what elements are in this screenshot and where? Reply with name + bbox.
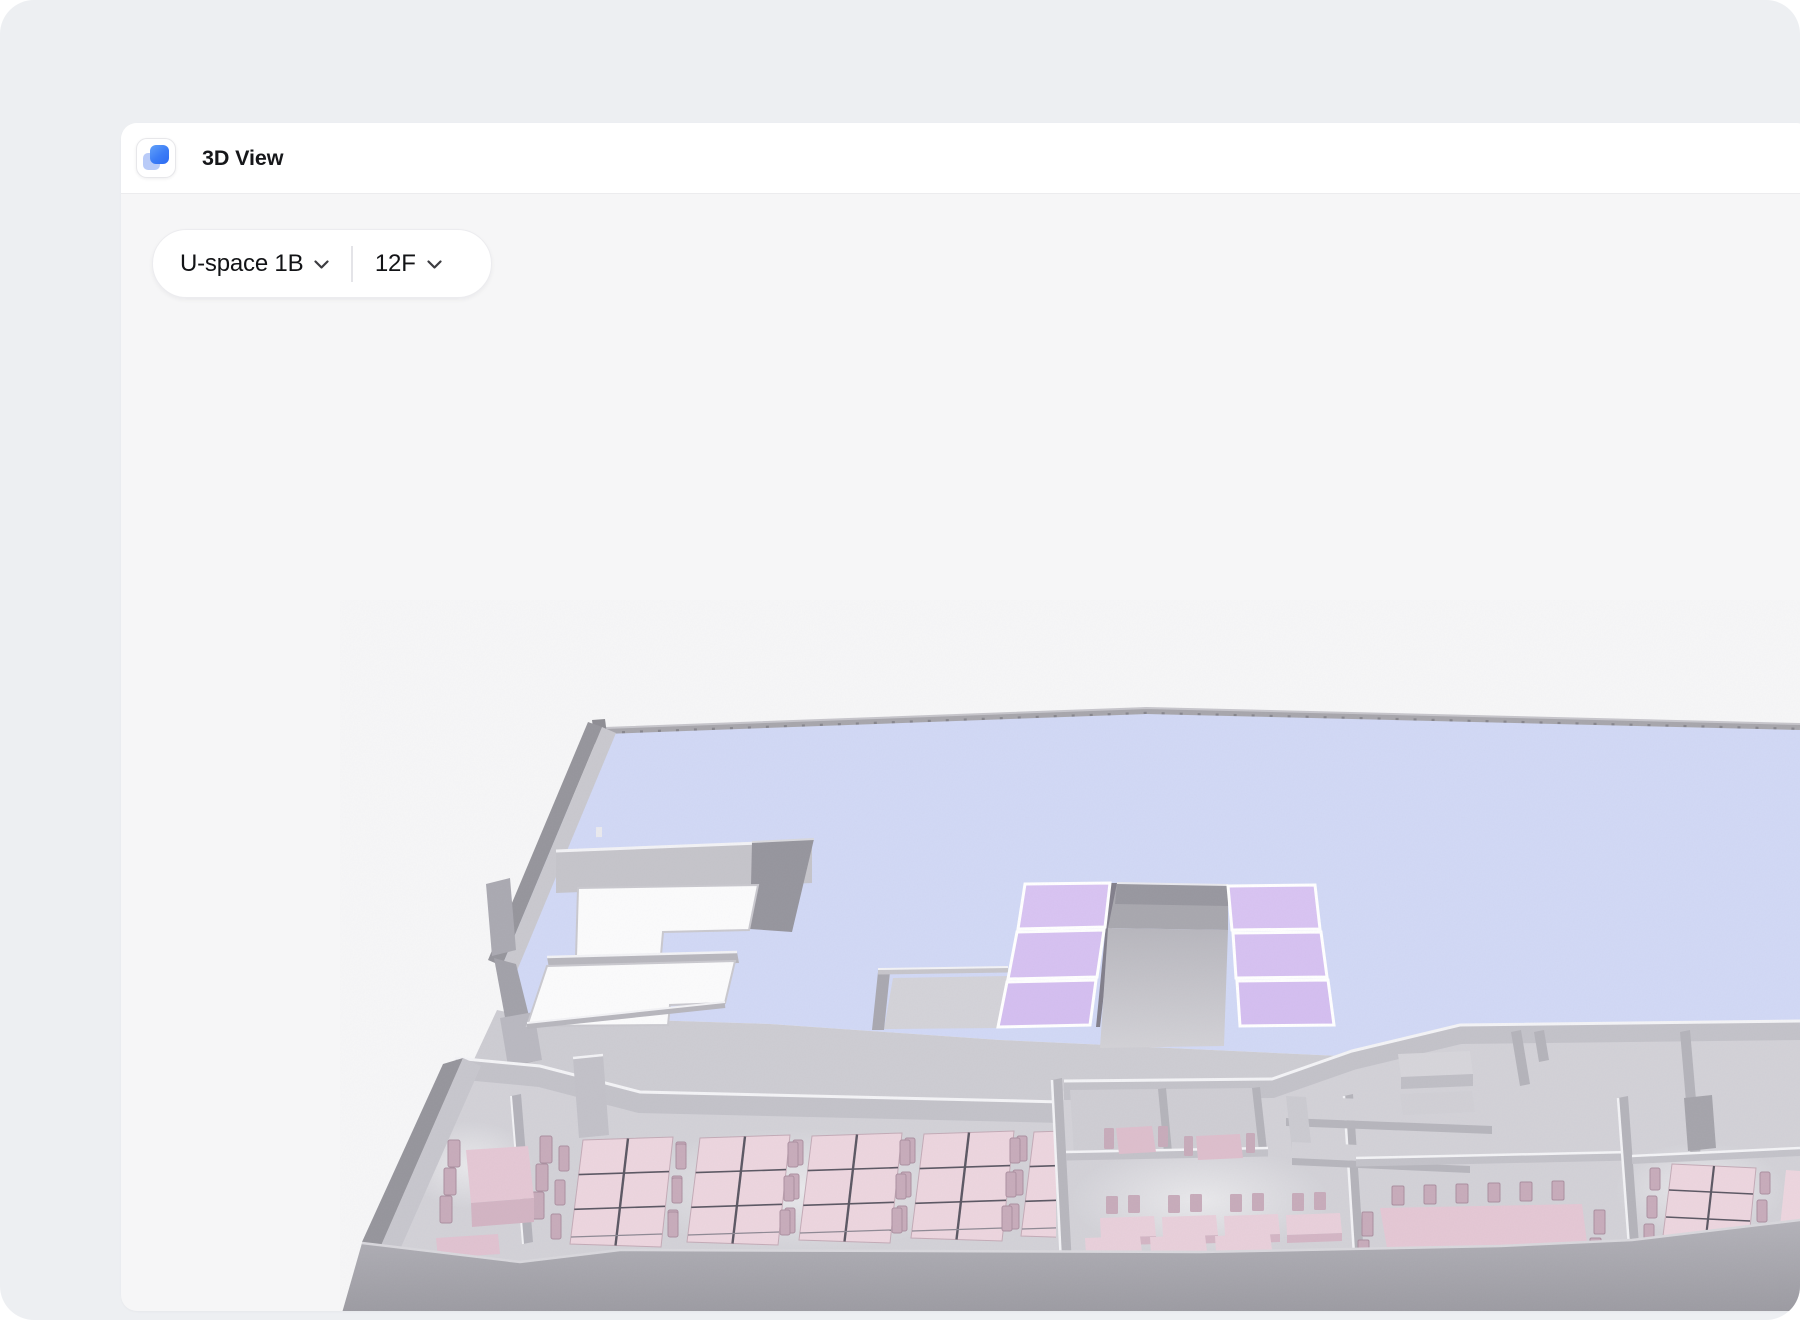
building-selector[interactable]: U-space 1B [180,250,329,278]
3d-view-card: 3D View U-space 1B 12F [121,123,1800,1311]
view-selector-pill: U-space 1B 12F [152,229,492,298]
render-grain [340,600,1800,1311]
chevron-down-icon [314,260,329,270]
floor-selector[interactable]: 12F [375,250,442,278]
floor-selector-label: 12F [375,250,416,278]
app-window: 3D View U-space 1B 12F [0,0,1800,1320]
floorplan-canvas[interactable] [121,194,1800,1311]
layers-icon [136,138,176,178]
page-title: 3D View [202,146,283,171]
chevron-down-icon [427,260,442,270]
selector-divider [351,246,353,282]
layers-icon-front-square [150,145,169,164]
floorplan-svg [121,123,1800,1311]
building-selector-label: U-space 1B [180,250,303,278]
card-header: 3D View [121,123,1800,194]
